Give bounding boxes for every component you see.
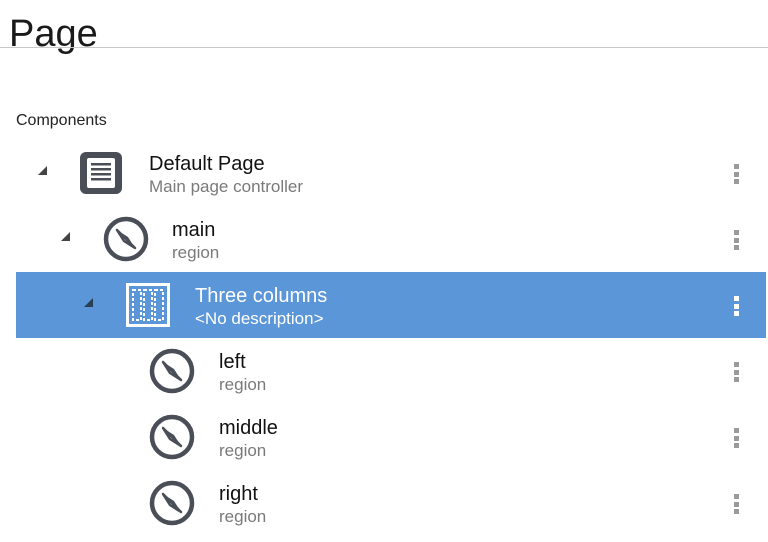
tree-row-description: <No description> [195,309,324,328]
tree-row-description: region [219,375,267,394]
page-title: Page [9,13,98,55]
compass-icon [149,480,195,526]
expand-toggle-icon[interactable] [84,298,93,307]
tree-row-right[interactable]: right region [16,470,766,536]
tree-row-three-columns[interactable]: Three columns <No description> [16,272,766,338]
tree-row-label: right [219,483,258,505]
tree-row-default-page[interactable]: Default Page Main page controller [16,140,766,206]
tree-row-label: Default Page [149,153,265,175]
tree-row-label: main [172,219,216,241]
components-heading: Components [16,112,107,129]
expand-toggle-icon[interactable] [38,166,47,175]
page-document-icon [80,152,122,194]
tree-row-description: region [172,243,220,262]
three-columns-icon [126,283,170,327]
tree-row-middle[interactable]: middle region [16,404,766,470]
tree-row-description: region [219,507,267,526]
tree-row-label: Three columns [195,285,328,307]
tree-row-left[interactable]: left region [16,338,766,404]
compass-icon [103,216,149,262]
expand-toggle-icon[interactable] [61,232,70,241]
compass-icon [149,414,195,460]
compass-icon [149,348,195,394]
row-menu-icon[interactable] [732,164,740,184]
tree-row-description: Main page controller [149,177,304,196]
page-root: Page Components Default Page Main page c… [0,0,768,542]
row-menu-icon[interactable] [732,362,740,382]
row-menu-icon[interactable] [732,494,740,514]
component-tree: Default Page Main page controller main r… [16,140,766,536]
row-menu-icon[interactable] [732,296,740,316]
tree-row-description: region [219,441,267,460]
tree-row-label: left [219,351,246,373]
title-divider [0,47,768,48]
tree-row-main[interactable]: main region [16,206,766,272]
tree-row-label: middle [219,417,278,439]
row-menu-icon[interactable] [732,428,740,448]
row-menu-icon[interactable] [732,230,740,250]
